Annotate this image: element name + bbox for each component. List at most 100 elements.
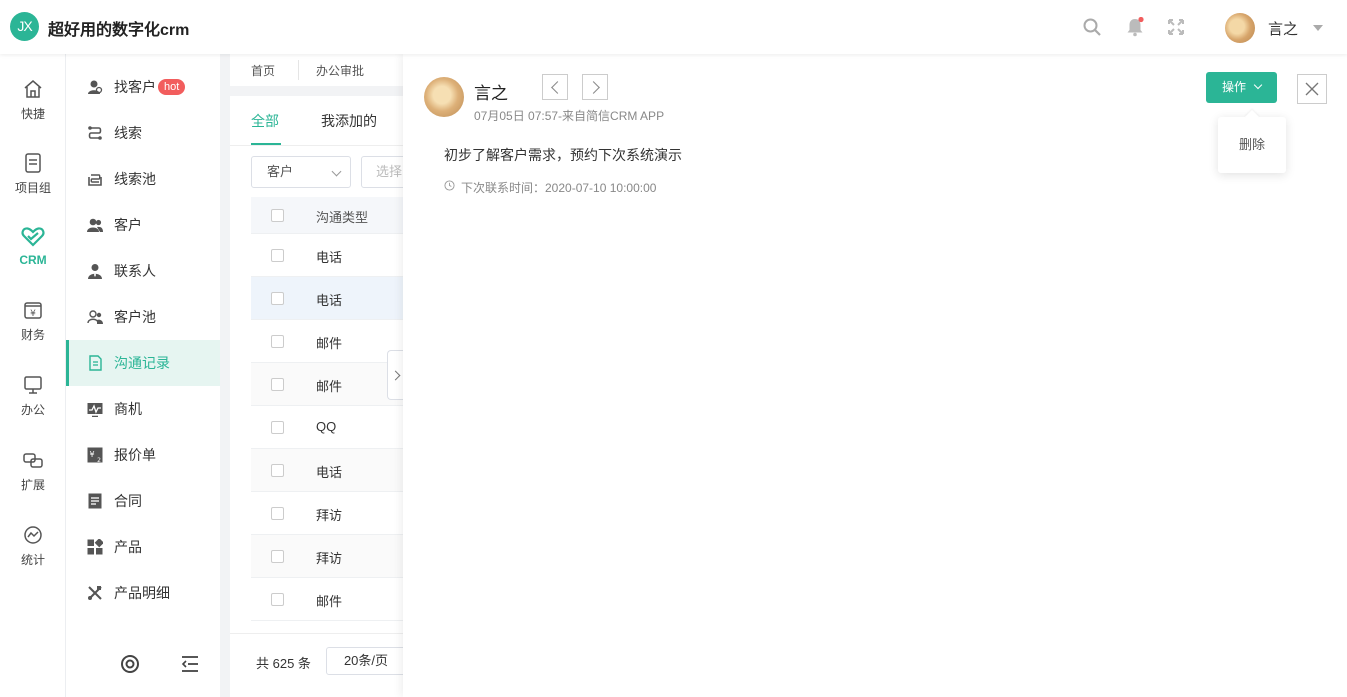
row-checkbox[interactable] [271, 335, 284, 348]
sidebar-item-product[interactable]: 产品 [66, 524, 220, 570]
sidebar-item-customer[interactable]: 客户 [66, 202, 220, 248]
search-icon[interactable] [1082, 17, 1102, 37]
extend-icon [23, 453, 43, 468]
row-checkbox[interactable] [271, 464, 284, 477]
sidebar-item-label: 客户池 [114, 309, 156, 325]
product-icon [87, 539, 103, 555]
sidebar-item-quote[interactable]: ¥2 报价单 [66, 432, 220, 478]
next-record-button[interactable] [582, 74, 608, 100]
sidebar-item-product-detail[interactable]: 产品明细 [66, 570, 220, 616]
monitor-icon [24, 376, 42, 394]
sidebar-item-label: 联系人 [114, 263, 156, 279]
communication-list-panel: 全部 我添加的 客户 选择 沟通类型 电话 电话 邮件 邮件 QQ 电话 拜访 … [230, 96, 410, 636]
row-type: 电话 [316, 465, 343, 480]
table-row[interactable]: 拜访 [251, 535, 410, 578]
table-row[interactable]: 邮件 [251, 578, 410, 621]
primary-nav: 快捷 项目组 CRM ¥ 财务 办公 扩展 统计 [0, 54, 66, 697]
nav-item-quick[interactable]: 快捷 [0, 79, 66, 122]
table-row[interactable]: 电话 [251, 277, 410, 320]
user-menu-caret-icon[interactable] [1313, 25, 1323, 31]
page-size-select[interactable]: 20条/页 [326, 647, 406, 675]
nav-item-label: 财务 [20, 328, 45, 342]
table-row[interactable]: 电话 [251, 234, 410, 277]
document-icon [25, 153, 41, 173]
nav-item-finance[interactable]: ¥ 财务 [0, 300, 66, 343]
collapse-menu-icon[interactable] [180, 654, 200, 674]
row-checkbox[interactable] [271, 593, 284, 606]
previous-record-button[interactable] [542, 74, 568, 100]
nav-item-statistics[interactable]: 统计 [0, 525, 66, 568]
actions-dropdown-button[interactable]: 操作 [1206, 72, 1277, 103]
row-checkbox[interactable] [271, 249, 284, 262]
home-icon [24, 80, 42, 98]
sidebar-item-label: 合同 [114, 493, 142, 509]
hot-badge: hot [158, 78, 186, 95]
sidebar-item-label: 产品明细 [114, 585, 170, 601]
communication-table: 沟通类型 电话 电话 邮件 邮件 QQ 电话 拜访 拜访 邮件 [251, 197, 410, 621]
tab-added-by-me[interactable]: 我添加的 [321, 111, 377, 131]
table-row[interactable]: 拜访 [251, 492, 410, 535]
filter-type-value: 客户 [267, 164, 294, 179]
row-checkbox[interactable] [271, 507, 284, 520]
chart-icon [24, 526, 42, 544]
sidebar-item-lead-pool[interactable]: 线索池 [66, 156, 220, 202]
row-checkbox[interactable] [271, 292, 284, 305]
sidebar-item-find-customer[interactable]: 找客户 hot [66, 64, 220, 110]
delete-menu-item[interactable]: 删除 [1239, 137, 1265, 152]
row-checkbox[interactable] [271, 421, 284, 434]
nav-item-project[interactable]: 项目组 [0, 153, 66, 196]
contact-icon [88, 264, 102, 279]
fullscreen-icon[interactable] [1166, 17, 1186, 37]
find-customer-icon [88, 80, 103, 94]
close-icon [1305, 82, 1319, 96]
row-checkbox[interactable] [271, 378, 284, 391]
select-all-checkbox[interactable] [271, 209, 284, 222]
user-name[interactable]: 言之 [1268, 18, 1298, 39]
nav-item-label: 办公 [20, 403, 45, 417]
table-row[interactable]: QQ [251, 406, 410, 449]
author-avatar [424, 77, 464, 117]
actions-label: 操作 [1222, 80, 1247, 94]
clock-icon [444, 180, 455, 191]
svg-text:¥: ¥ [89, 450, 94, 459]
lead-icon [88, 126, 102, 140]
customer-icon [87, 218, 103, 232]
secondary-nav: 找客户 hot 线索 线索池 客户 联系人 客户池 沟通记录 商机 ¥2 报价单 … [66, 54, 220, 697]
column-header-type: 沟通类型 [316, 210, 369, 225]
sidebar-item-label: 找客户 [114, 79, 156, 95]
opportunity-icon [87, 403, 103, 417]
filter-target-placeholder: 选择 [376, 164, 403, 179]
sidebar-item-label: 报价单 [114, 447, 156, 463]
nav-item-label: 扩展 [20, 478, 45, 492]
bell-icon[interactable] [1125, 17, 1145, 37]
sidebar-item-customer-pool[interactable]: 客户池 [66, 294, 220, 340]
panel-expand-handle[interactable] [387, 350, 404, 400]
settings-icon[interactable] [120, 654, 140, 674]
chevron-down-icon [1253, 80, 1263, 90]
crm-icon [21, 227, 45, 247]
close-button[interactable] [1297, 74, 1327, 104]
sidebar-item-communication[interactable]: 沟通记录 [66, 340, 220, 386]
sidebar-item-contact[interactable]: 联系人 [66, 248, 220, 294]
sidebar-item-label: 线索池 [114, 171, 156, 187]
chevron-down-icon [331, 166, 342, 177]
row-checkbox[interactable] [271, 550, 284, 563]
sidebar-item-contract[interactable]: 合同 [66, 478, 220, 524]
finance-icon: ¥ [24, 302, 42, 319]
record-content: 初步了解客户需求，预约下次系统演示 [444, 147, 682, 163]
nav-item-extend[interactable]: 扩展 [0, 450, 66, 493]
user-avatar[interactable] [1225, 13, 1255, 43]
table-row[interactable]: 电话 [251, 449, 410, 492]
sidebar-item-opportunity[interactable]: 商机 [66, 386, 220, 432]
row-type: 邮件 [316, 379, 343, 394]
breadcrumb-home[interactable]: 首页 [251, 62, 275, 79]
nav-item-office[interactable]: 办公 [0, 375, 66, 418]
breadcrumb: 首页 办公审批 [230, 54, 410, 86]
nav-item-crm[interactable]: CRM [0, 227, 66, 267]
row-type: 邮件 [316, 594, 343, 609]
sidebar-item-lead[interactable]: 线索 [66, 110, 220, 156]
breadcrumb-office-approval[interactable]: 办公审批 [316, 62, 364, 79]
app-logo[interactable]: JX [10, 12, 39, 41]
filter-type-select[interactable]: 客户 [251, 156, 351, 188]
tab-all[interactable]: 全部 [251, 111, 279, 131]
